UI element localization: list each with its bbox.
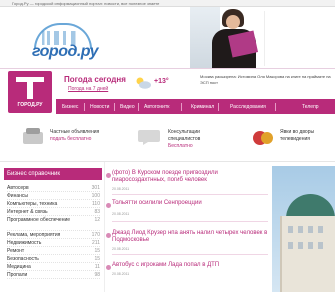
news-date: 20.08.2011 bbox=[112, 187, 130, 191]
directory-item-security[interactable]: Безопасность 15 bbox=[7, 256, 100, 263]
news-list: (фото) В Курском поезде пригвоздили пиар… bbox=[106, 164, 270, 292]
promo-ads-label: Частные объявления подать бесплатно bbox=[50, 129, 100, 142]
menu-item-auto[interactable]: Автогонитк bbox=[144, 99, 169, 115]
news-title[interactable]: Тольятти осилили Сенпроецции bbox=[112, 200, 268, 207]
promo-ads[interactable]: Частные объявления подать бесплатно bbox=[20, 122, 116, 154]
directory-item-internet[interactable]: Интернет & связь 83 bbox=[7, 209, 100, 216]
menu-divider bbox=[218, 103, 219, 111]
news-item[interactable]: (фото) В Курском поезде пригвоздили пиар… bbox=[106, 170, 268, 200]
menu-item-news[interactable]: Новости bbox=[90, 99, 109, 115]
directory-item-finance[interactable]: Финансы 100 bbox=[7, 193, 100, 200]
cloud-sun-icon bbox=[136, 77, 151, 89]
apple-icon bbox=[253, 131, 273, 145]
news-bullet bbox=[106, 265, 111, 270]
promo-consult[interactable]: Консультации специалистов Бесплатно bbox=[138, 122, 228, 154]
news-title[interactable]: Джаэд Лиод Крузер нпа анять налил четыре… bbox=[112, 230, 268, 244]
promo-apple-label: Явки во дворы телевидения bbox=[280, 129, 315, 142]
t-logo-stem bbox=[27, 77, 33, 99]
banner-ad-area bbox=[264, 11, 334, 66]
news-bullet bbox=[106, 233, 111, 238]
promo-row: Частные объявления подать бесплатно Конс… bbox=[0, 114, 335, 162]
portal-logo-text: ГОРОД.РУ bbox=[17, 102, 43, 108]
header-banner[interactable] bbox=[190, 7, 335, 68]
menu-item-investigations[interactable]: Расследования bbox=[230, 99, 266, 115]
phone-icon bbox=[23, 128, 43, 144]
directory-item-software[interactable]: Программное обеспечение 12 bbox=[7, 217, 100, 231]
news-date: 20.08.2011 bbox=[112, 247, 130, 251]
news-item[interactable]: Автобус с игроками Лада попал в ДТП 20.0… bbox=[106, 262, 268, 288]
menu-item-crime[interactable]: Криминал bbox=[191, 99, 214, 115]
business-directory-header: Бизнес справочник bbox=[4, 168, 102, 180]
main-menu: Бизнес Новости Видео Автогонитк Криминал… bbox=[56, 99, 335, 115]
menu-divider bbox=[181, 103, 182, 111]
menu-item-tv[interactable]: Телепр bbox=[302, 99, 319, 115]
news-divider bbox=[112, 194, 268, 195]
directory-item-computers[interactable]: Компьютеры, техника 110 bbox=[7, 201, 100, 208]
news-title[interactable]: Автобус с игроками Лада попал в ДТП bbox=[112, 262, 268, 269]
weather-title: Погода сегодня bbox=[64, 75, 126, 84]
logo-text: город.ру bbox=[32, 43, 99, 60]
menu-divider bbox=[275, 103, 276, 111]
menu-divider bbox=[138, 103, 139, 111]
directory-item-autoserv[interactable]: Автосерв 301 bbox=[7, 185, 100, 192]
directory-item-realty[interactable]: Недвижимость 211 bbox=[7, 240, 100, 247]
news-date: 20.08.2011 bbox=[112, 272, 130, 276]
business-directory-title: Бизнес справочник bbox=[7, 171, 61, 177]
menu-item-business[interactable]: Бизнес bbox=[62, 99, 78, 115]
site-logo[interactable]: город.ру bbox=[28, 21, 99, 61]
news-divider bbox=[112, 221, 268, 222]
news-bullet bbox=[106, 173, 111, 178]
nav-area: ГОРОД.РУ Погода сегодня Погода на 7 дней… bbox=[0, 68, 335, 115]
weather-widget[interactable]: Погода сегодня Погода на 7 дней +13° bbox=[64, 75, 199, 95]
portal-logo[interactable]: ГОРОД.РУ bbox=[8, 71, 52, 113]
chat-icon bbox=[138, 130, 160, 145]
promo-consult-label: Консультации специалистов Бесплатно bbox=[168, 129, 201, 149]
directory-item-advertising[interactable]: Реклама, мероприятия 170 bbox=[7, 232, 100, 239]
news-item[interactable]: Тольятти осилили Сенпроецции 20.08.2011 bbox=[106, 200, 268, 228]
news-item[interactable]: Джаэд Лиод Крузер нпа анять налил четыре… bbox=[106, 230, 268, 262]
photo-building bbox=[280, 216, 335, 292]
promo-apple[interactable]: Явки во дворы телевидения bbox=[250, 122, 334, 154]
banner-person-image bbox=[208, 7, 260, 68]
menu-item-video[interactable]: Видео bbox=[120, 99, 135, 115]
header-news-snippet[interactable]: Москва расширена: Истомина Оля Макорова … bbox=[200, 74, 332, 86]
directory-item-medicine[interactable]: Медицина 11 bbox=[7, 264, 100, 271]
news-bullet bbox=[106, 203, 111, 208]
news-title[interactable]: (фото) В Курском поезде пригвоздили пиар… bbox=[112, 170, 268, 184]
weather-week-link[interactable]: Погода на 7 дней bbox=[68, 86, 108, 92]
header: город.ру bbox=[0, 7, 335, 68]
news-divider bbox=[112, 254, 268, 255]
news-date: 20.08.2011 bbox=[112, 212, 130, 216]
menu-divider bbox=[84, 103, 85, 111]
menu-divider bbox=[114, 103, 115, 111]
business-directory: Бизнес справочник Автосерв 301 Финансы 100… bbox=[0, 162, 105, 292]
featured-news-photo[interactable] bbox=[272, 166, 335, 292]
directory-item-missing[interactable]: Пропали 98 bbox=[7, 272, 100, 279]
top-strip: Город.Ру — городской информационный порт… bbox=[0, 0, 335, 7]
directory-item-repair[interactable]: Ремонт 15 bbox=[7, 248, 100, 255]
weather-temperature: +13° bbox=[154, 78, 169, 85]
top-strip-text: Город.Ру — городской информационный порт… bbox=[12, 1, 160, 6]
